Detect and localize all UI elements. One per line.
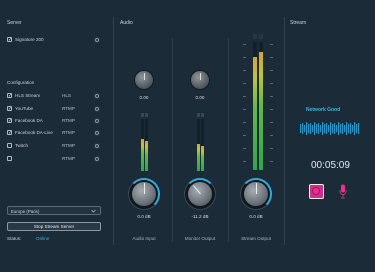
network-waveform xyxy=(300,122,360,135)
destination-protocol: RTMP xyxy=(62,143,75,148)
monitor-output-trim-knob[interactable] xyxy=(191,71,209,89)
destination-name: Facebook DA xyxy=(15,118,43,123)
status-value: Online xyxy=(36,236,50,241)
microphone-icon[interactable] xyxy=(339,184,347,199)
stream-output-meter-left xyxy=(253,42,257,170)
destination-gear-icon[interactable] xyxy=(94,118,100,124)
destination-gear-icon[interactable] xyxy=(94,143,100,149)
destination-checkbox[interactable]: ✓ xyxy=(7,130,12,136)
divider-right xyxy=(284,17,285,245)
destination-checkbox[interactable]: ✓ xyxy=(7,93,12,99)
stream-output-gain-value: 0.0 dB xyxy=(249,214,263,219)
monitor-output-gain-value: -11.2 dB xyxy=(191,214,209,219)
audio-input-clip-indicator xyxy=(145,113,148,117)
monitor-output-trim-value: 0.00 xyxy=(195,95,205,100)
server-checkbox[interactable]: ✓ xyxy=(7,37,12,43)
destination-gear-icon[interactable] xyxy=(94,156,100,162)
stream-output-scale xyxy=(243,44,273,162)
audio-input-clip-indicator xyxy=(141,113,144,117)
monitor-output-label: Monitor Output xyxy=(184,236,216,241)
destination-protocol: RTMP xyxy=(62,118,75,123)
channel-divider xyxy=(172,38,173,242)
destination-checkbox[interactable]: ✓ xyxy=(7,118,12,124)
stream-output-meter-right xyxy=(259,42,263,170)
destination-name: Facebook DA-Live xyxy=(15,130,53,135)
configuration-title: Configuration xyxy=(7,80,35,85)
destination-gear-icon[interactable] xyxy=(94,93,100,99)
region-select[interactable]: Europe (Paris) xyxy=(7,206,101,215)
server-gear-icon[interactable] xyxy=(94,37,100,43)
stop-stream-server-button[interactable]: Stop Stream Server xyxy=(7,222,101,231)
audio-input-gain-knob[interactable] xyxy=(128,178,160,210)
stream-output-label: Stream Output xyxy=(241,236,271,241)
audio-input-trim-value: 0.00 xyxy=(139,95,149,100)
audio-input-label: Audio Input xyxy=(132,236,156,241)
chevron-down-icon xyxy=(91,209,96,213)
audio-input-meter-right xyxy=(145,119,148,171)
destination-name: HLS Stream xyxy=(15,93,41,98)
monitor-output-clip-indicator xyxy=(201,113,204,117)
destination-protocol: HLS xyxy=(62,93,71,98)
stream-output-clip-indicator xyxy=(259,34,263,39)
monitor-output-clip-indicator xyxy=(197,113,200,117)
monitor-output-meter-left xyxy=(197,119,200,171)
monitor-output-gain-knob[interactable] xyxy=(184,178,216,209)
stream-timer: 00:05:09 xyxy=(311,160,350,171)
destination-checkbox[interactable] xyxy=(7,156,12,161)
stream-output-gain-knob[interactable] xyxy=(240,178,272,210)
destination-gear-icon[interactable] xyxy=(94,106,100,112)
network-status: Network Good xyxy=(306,107,341,113)
region-select-value: Europe (Paris) xyxy=(11,208,40,214)
destination-checkbox[interactable] xyxy=(7,143,12,148)
status-label: Status: xyxy=(7,236,22,241)
destination-protocol: RTMP xyxy=(62,106,75,111)
server-name: Signature 200 xyxy=(15,37,44,42)
audio-input-meter-left xyxy=(141,119,144,171)
destination-protocol: RTMP xyxy=(62,156,75,161)
stream-header: Stream xyxy=(290,20,307,26)
audio-header: Audio xyxy=(120,20,133,26)
stream-output-clip-indicator xyxy=(253,34,257,39)
destination-name: YouTube xyxy=(15,106,34,111)
destination-checkbox[interactable]: ✓ xyxy=(7,106,12,112)
destination-gear-icon[interactable] xyxy=(94,130,100,136)
destination-protocol: RTMP xyxy=(62,130,75,135)
destination-name: Twitch xyxy=(15,143,29,148)
monitor-output-meter-right xyxy=(201,119,204,171)
divider-left xyxy=(113,17,114,245)
channel-divider xyxy=(228,38,229,242)
record-button[interactable] xyxy=(309,184,324,199)
audio-input-trim-knob[interactable] xyxy=(135,71,153,89)
audio-input-gain-value: 0.0 dB xyxy=(137,214,151,219)
server-header: Server xyxy=(7,20,22,26)
